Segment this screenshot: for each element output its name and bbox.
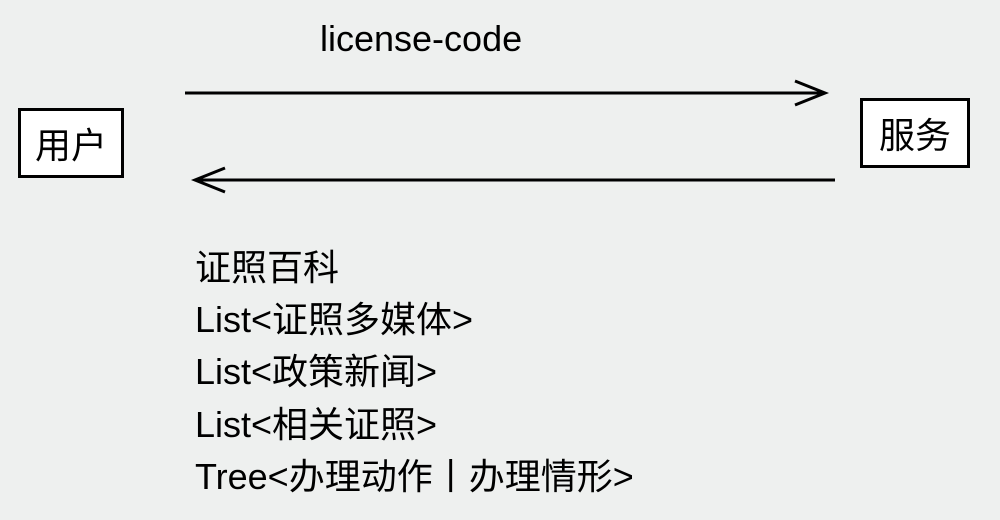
user-box: 用户	[18, 108, 124, 178]
response-item: List<政策新闻>	[195, 346, 634, 398]
request-arrow-icon	[185, 78, 835, 108]
user-box-label: 用户	[35, 125, 107, 166]
response-item: Tree<办理动作丨办理情形>	[195, 451, 634, 503]
response-item: 证照百科	[195, 242, 634, 294]
response-list: 证照百科 List<证照多媒体> List<政策新闻> List<相关证照> T…	[195, 242, 634, 503]
request-label: license-code	[320, 18, 522, 60]
service-box-label: 服务	[879, 115, 951, 156]
response-item: List<证照多媒体>	[195, 294, 634, 346]
service-box: 服务	[860, 98, 970, 168]
response-arrow-icon	[185, 165, 835, 195]
response-item: List<相关证照>	[195, 399, 634, 451]
